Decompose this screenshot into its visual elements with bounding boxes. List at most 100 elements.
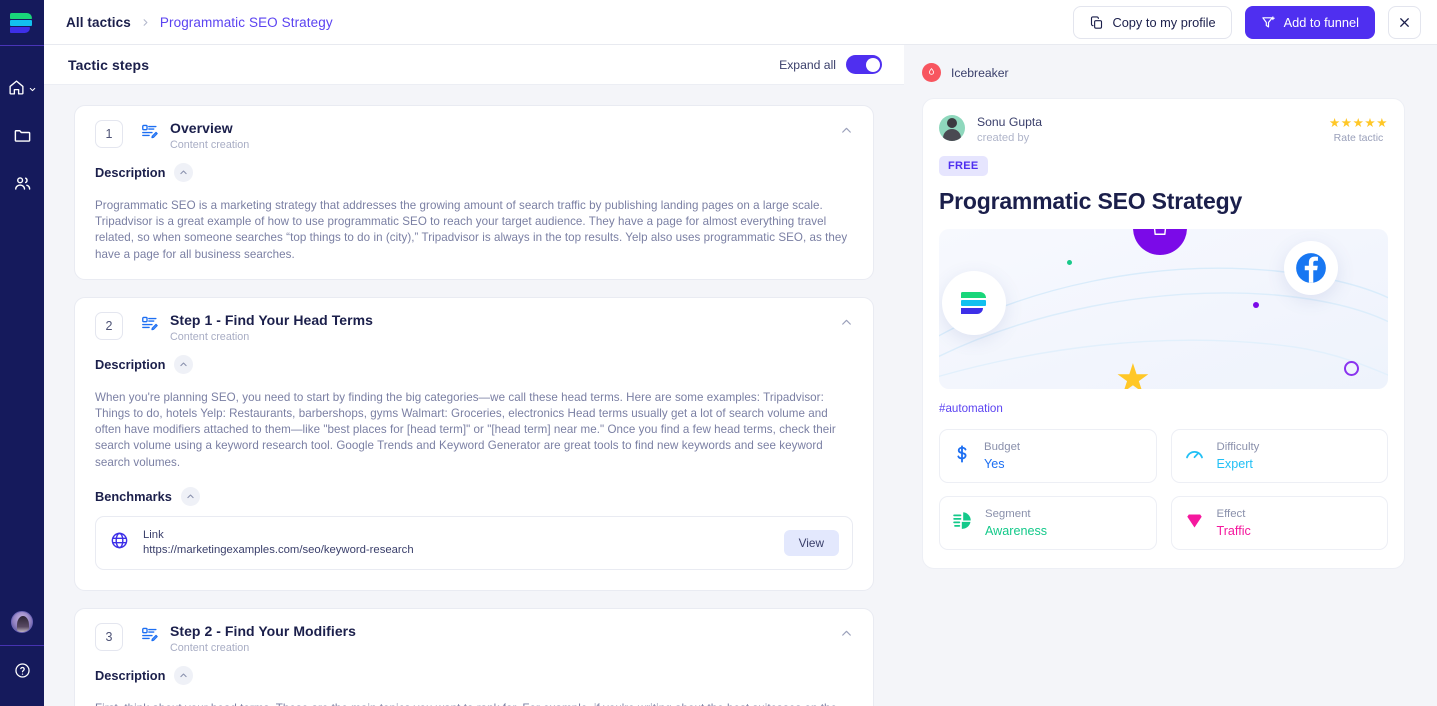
step-number: 1 [95, 120, 123, 148]
benchmarks-label: Benchmarks [95, 488, 172, 504]
step-number: 3 [95, 622, 123, 651]
tactic-steps-header: Tactic steps Expand all [44, 45, 904, 85]
sidebar-bottom [0, 611, 44, 706]
description-section: Description [75, 163, 873, 182]
author-info: Sonu Gupta created by [977, 115, 1042, 144]
folder-icon [14, 129, 30, 142]
description-text: Programmatic SEO is a marketing strategy… [95, 199, 848, 261]
app-logo[interactable] [0, 0, 44, 45]
tactic-card-header: Sonu Gupta created by ★★★★★ Rate tactic [939, 115, 1388, 144]
breadcrumb-all-tactics[interactable]: All tactics [66, 15, 131, 30]
content-creation-icon [141, 123, 158, 145]
purple-ring-decoration [1344, 361, 1359, 376]
avatar[interactable] [11, 611, 33, 633]
steps-list[interactable]: 1 Overview Content creation Description … [44, 85, 904, 706]
star-rating[interactable]: ★★★★★ [1329, 115, 1388, 130]
author-avatar[interactable] [939, 115, 965, 141]
step-card: 2 Step 1 - Find Your Head Terms Content … [74, 296, 874, 591]
sidebar-divider [0, 45, 44, 46]
step-collapse-button[interactable] [836, 623, 857, 644]
description-label: Description [95, 165, 166, 180]
step-header[interactable]: 3 Step 2 - Find Your Modifiers Content c… [75, 609, 873, 666]
gauge-icon [1184, 443, 1205, 469]
sidebar-nav-items [0, 74, 44, 196]
add-to-funnel-button[interactable]: Add to funnel [1244, 5, 1375, 39]
benchmarks-header: Benchmarks [95, 486, 853, 506]
sidebar-bottom-divider [0, 645, 44, 646]
bag-icon [1153, 229, 1167, 235]
step-collapse-button[interactable] [836, 312, 857, 333]
description-text: First, think about your head terms. Thes… [95, 701, 853, 706]
meta-label: Budget [984, 441, 1021, 453]
help-button[interactable] [14, 662, 31, 684]
description-body: Programmatic SEO is a marketing strategy… [75, 192, 873, 279]
content-creation-icon [141, 315, 158, 337]
chevron-down-icon[interactable] [28, 85, 37, 94]
step-title-group: Step 1 - Find Your Head Terms Content cr… [170, 312, 836, 343]
tactic-tag[interactable]: #automation [939, 402, 1388, 415]
tactic-meta-grid: Budget Yes Difficulty Expert Segment Awa… [939, 429, 1388, 550]
meta-card-budget: Budget Yes [939, 429, 1157, 483]
description-collapse-button[interactable] [174, 163, 194, 182]
tactic-card: Sonu Gupta created by ★★★★★ Rate tactic … [922, 98, 1405, 569]
description-header: Description [95, 354, 853, 374]
sidebar-item-people[interactable] [5, 170, 39, 196]
step-title: Overview [170, 120, 233, 136]
icebreaker-row: Icebreaker [922, 63, 1405, 82]
description-section: Description [75, 354, 873, 374]
meta-value: Awareness [985, 524, 1048, 538]
meta-text: Effect Traffic [1217, 507, 1251, 539]
question-mark-icon [14, 663, 30, 678]
description-label: Description [95, 667, 166, 683]
step-card: 1 Overview Content creation Description … [74, 105, 874, 280]
icebreaker-label: Icebreaker [951, 65, 1009, 80]
home-icon [8, 79, 24, 95]
benchmark-url[interactable]: https://marketingexamples.com/seo/keywor… [143, 543, 784, 558]
purple-dot-decoration [1253, 302, 1259, 308]
content-creation-icon [141, 626, 158, 648]
copy-to-my-profile-label: Copy to my profile [1112, 14, 1216, 30]
dollar-icon [952, 444, 972, 469]
step-header[interactable]: 2 Step 1 - Find Your Head Terms Content … [75, 298, 873, 355]
close-button[interactable] [1388, 5, 1421, 39]
step-subtitle: Content creation [170, 139, 250, 151]
meta-label: Effect [1216, 508, 1246, 520]
description-body: When you're planning SEO, you need to st… [75, 384, 873, 487]
meta-text: Segment Awareness [985, 507, 1047, 539]
meta-card-difficulty: Difficulty Expert [1170, 429, 1388, 483]
step-subtitle: Content creation [170, 641, 250, 654]
description-header: Description [95, 665, 853, 685]
meta-value: Expert [1216, 457, 1253, 471]
chevron-up-icon [180, 673, 188, 677]
description-collapse-button[interactable] [174, 665, 194, 685]
benchmark-label: Link [143, 528, 164, 541]
meta-card-effect: Effect Traffic [1170, 496, 1388, 550]
description-collapse-button[interactable] [174, 354, 194, 374]
flame-icon [922, 63, 941, 82]
chevron-up-icon [842, 127, 851, 133]
copy-to-my-profile-button[interactable]: Copy to my profile [1073, 5, 1232, 39]
step-collapse-button[interactable] [836, 120, 857, 141]
breadcrumb-current-page[interactable]: Programmatic SEO Strategy [160, 15, 333, 30]
chevron-up-icon [842, 630, 851, 636]
description-text: When you're planning SEO, you need to st… [95, 390, 836, 469]
expand-all-toggle[interactable] [846, 55, 882, 74]
step-subtitle: Content creation [170, 330, 250, 343]
description-section: Description [75, 665, 873, 685]
sidebar-item-folders[interactable] [5, 122, 39, 148]
meta-value: Traffic [1216, 524, 1251, 538]
funnel-plus-icon [1261, 15, 1275, 27]
author-name[interactable]: Sonu Gupta [977, 115, 1042, 130]
step-header[interactable]: 1 Overview Content creation [75, 106, 873, 163]
breadcrumb-separator-icon [140, 17, 151, 28]
benchmarks-collapse-button[interactable] [180, 486, 200, 506]
facebook-circle [1284, 241, 1338, 295]
description-label: Description [95, 356, 166, 372]
sidebar-item-home[interactable] [5, 74, 39, 100]
main-area: All tactics Programmatic SEO Strategy Co… [44, 0, 1437, 706]
chevron-up-icon [180, 362, 188, 366]
app-root: All tactics Programmatic SEO Strategy Co… [0, 0, 1437, 706]
rate-tactic-label: Rate tactic [1333, 132, 1384, 144]
top-bar: All tactics Programmatic SEO Strategy Co… [44, 0, 1437, 45]
view-benchmark-button[interactable]: View [783, 529, 839, 556]
